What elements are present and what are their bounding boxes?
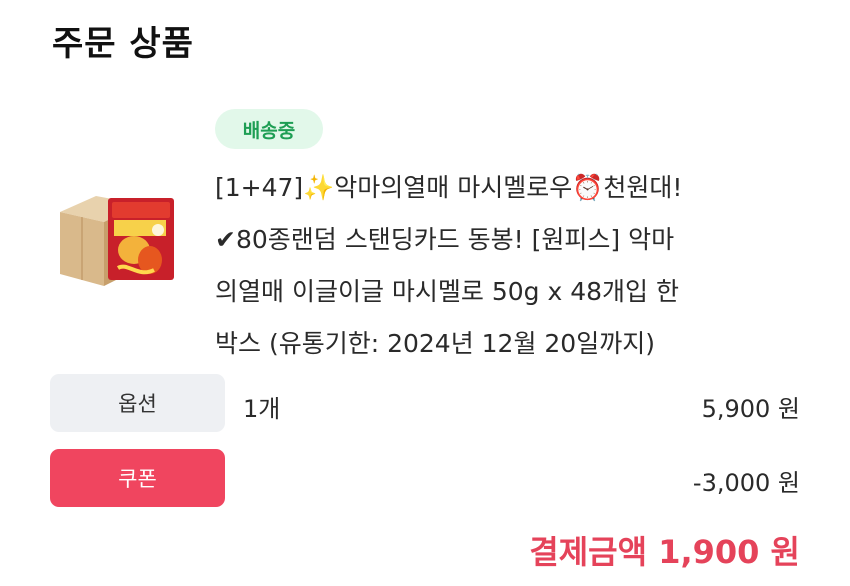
product-name-line-3: 의열매 이글이글 마시멜로 50g x 48개입 한 bbox=[215, 277, 679, 306]
product-name-line-4: 박스 (유통기한: 2024년 12월 20일까지) bbox=[215, 329, 655, 358]
status-badge: 배송중 bbox=[215, 109, 323, 149]
option-price: 5,900 원 bbox=[701, 395, 800, 423]
option-button[interactable]: 옵션 bbox=[50, 374, 225, 432]
coupon-discount: -3,000 원 bbox=[692, 469, 800, 497]
product-thumbnail[interactable] bbox=[58, 190, 188, 290]
product-box-image bbox=[60, 196, 174, 286]
coupon-button[interactable]: 쿠폰 bbox=[50, 449, 225, 507]
product-name-line-1: [1+47]✨악마의열매 마시멜로우⏰천원대! bbox=[215, 173, 683, 202]
section-title: 주문 상품 bbox=[52, 24, 194, 64]
total-payment: 결제금액 1,900 원 bbox=[529, 533, 800, 571]
product-name-line-2: ✔80종랜덤 스탠딩카드 동봉! [원피스] 악마 bbox=[215, 225, 675, 254]
product-name[interactable]: [1+47]✨악마의열매 마시멜로우⏰천원대! ✔80종랜덤 스탠딩카드 동봉!… bbox=[215, 162, 815, 370]
option-quantity: 1개 bbox=[243, 395, 281, 423]
order-products-page: 주문 상품 배송중 [1+47]✨악마의열매 마시멜로우⏰천원대! ✔80종랜덤… bbox=[0, 0, 850, 586]
